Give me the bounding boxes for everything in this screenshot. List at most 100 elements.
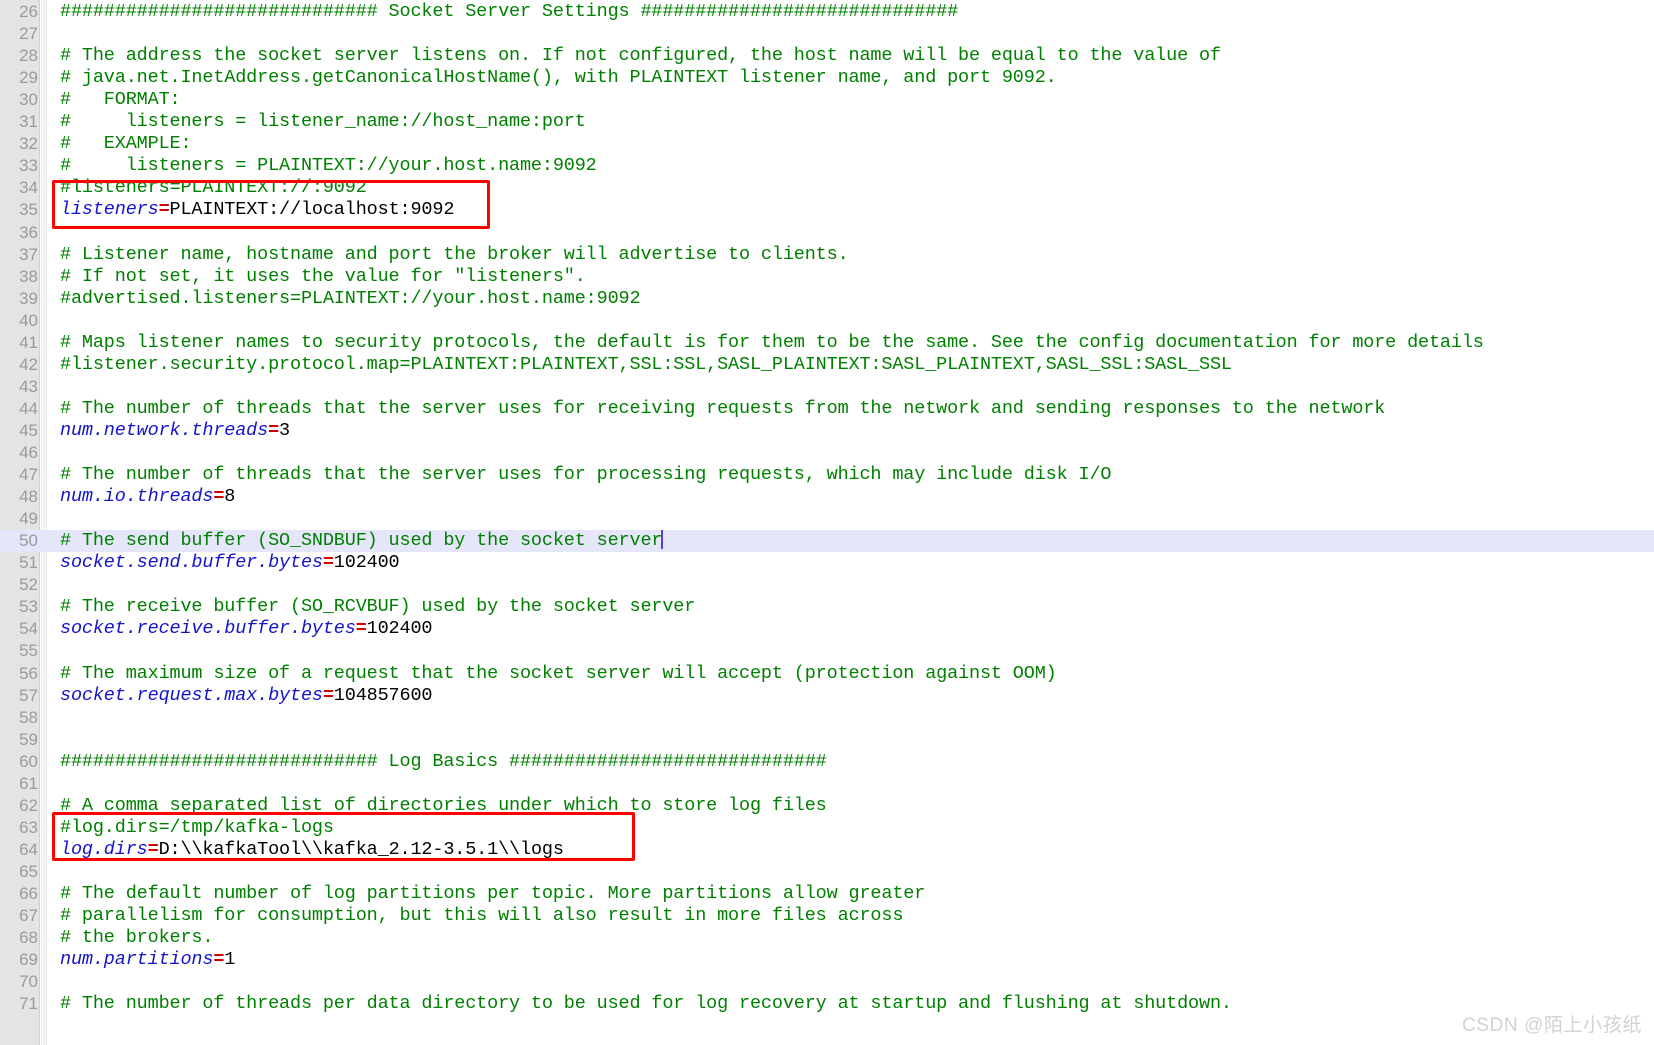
line-number: 50 (19, 531, 38, 551)
comment-token: # The send buffer (SO_SNDBUF) used by th… (60, 530, 663, 552)
code-line[interactable]: 43 (0, 376, 1654, 398)
line-text[interactable]: # java.net.InetAddress.getCanonicalHostN… (60, 67, 1057, 89)
code-line[interactable]: 47 # The number of threads that the serve… (0, 464, 1654, 486)
comment-token: # A comma separated list of directories … (60, 794, 827, 816)
code-line[interactable]: 67 # parallelism for consumption, but thi… (0, 905, 1654, 927)
line-text[interactable]: # the brokers. (60, 927, 213, 949)
line-text[interactable]: # listeners = listener_name://host_name:… (60, 111, 586, 133)
code-line[interactable]: 45 num.network.threads=3 (0, 420, 1654, 442)
line-text[interactable]: # The number of threads per data directo… (60, 993, 1232, 1015)
line-text[interactable]: # A comma separated list of directories … (60, 795, 827, 817)
line-text[interactable]: #listener.security.protocol.map=PLAINTEX… (60, 354, 1232, 376)
line-text[interactable]: num.network.threads=3 (60, 420, 290, 442)
property-value-token: 3 (279, 419, 290, 441)
code-line[interactable]: 62 # A comma separated list of directorie… (0, 795, 1654, 817)
line-text[interactable]: # The default number of log partitions p… (60, 883, 925, 905)
code-line[interactable]: 34 #listeners=PLAINTEXT://:9092 (0, 177, 1654, 199)
code-line[interactable]: 27 (0, 23, 1654, 45)
comment-token: # If not set, it uses the value for "lis… (60, 265, 586, 287)
code-line[interactable]: 26 ############################# Socket S… (0, 1, 1654, 23)
code-line[interactable]: 71 # The number of threads per data direc… (0, 993, 1654, 1015)
line-text[interactable]: socket.receive.buffer.bytes=102400 (60, 618, 433, 640)
code-line[interactable]: 57 socket.request.max.bytes=104857600 (0, 685, 1654, 707)
line-number: 37 (19, 244, 38, 264)
code-line[interactable]: 59 (0, 729, 1654, 751)
line-number: 52 (19, 575, 38, 595)
line-text[interactable]: num.io.threads=8 (60, 486, 235, 508)
line-text[interactable]: # If not set, it uses the value for "lis… (60, 266, 586, 288)
property-value-token: 104857600 (333, 684, 433, 706)
line-text[interactable]: # parallelism for consumption, but this … (60, 905, 903, 927)
code-line[interactable]: 46 (0, 442, 1654, 464)
code-line[interactable]: 51 socket.send.buffer.bytes=102400 (0, 552, 1654, 574)
code-line[interactable]: 53 # The receive buffer (SO_RCVBUF) used … (0, 596, 1654, 618)
code-line[interactable]: 44 # The number of threads that the serve… (0, 398, 1654, 420)
code-line[interactable]: 38 # If not set, it uses the value for "l… (0, 266, 1654, 288)
line-text[interactable]: # Listener name, hostname and port the b… (60, 244, 849, 266)
code-line[interactable]: 50 # The send buffer (SO_SNDBUF) used by … (0, 530, 1654, 553)
line-number: 66 (19, 884, 38, 903)
line-text[interactable]: # listeners = PLAINTEXT://your.host.name… (60, 155, 597, 177)
line-text[interactable]: socket.request.max.bytes=104857600 (60, 684, 433, 707)
code-line[interactable]: 37 # Listener name, hostname and port the… (0, 244, 1654, 266)
code-editor[interactable]: 26 ############################# Socket S… (0, 0, 1654, 1045)
code-line[interactable]: 33 # listeners = PLAINTEXT://your.host.na… (0, 155, 1654, 177)
line-text[interactable]: # EXAMPLE: (60, 133, 192, 155)
code-line[interactable]: 31 # listeners = listener_name://host_nam… (0, 111, 1654, 133)
code-line[interactable]: 58 (0, 707, 1654, 729)
line-text[interactable]: # The maximum size of a request that the… (60, 663, 1057, 685)
line-text[interactable]: # The send buffer (SO_SNDBUF) used by th… (60, 530, 664, 552)
code-line[interactable]: 61 (0, 773, 1654, 795)
code-line[interactable]: 28 # The address the socket server listen… (0, 45, 1654, 67)
code-line[interactable]: 36 (0, 222, 1654, 244)
line-number: 40 (19, 310, 38, 330)
comment-token: # java.net.InetAddress.getCanonicalHostN… (60, 67, 1057, 89)
line-text[interactable]: listeners=PLAINTEXT://localhost:9092 (60, 199, 454, 221)
line-text[interactable]: # Maps listener names to security protoc… (60, 332, 1484, 354)
code-line[interactable]: 35 listeners=PLAINTEXT://localhost:9092 (0, 199, 1654, 221)
code-line[interactable]: 49 (0, 508, 1654, 530)
code-line[interactable]: 48 num.io.threads=8 (0, 486, 1654, 508)
line-text[interactable]: log.dirs=D:\\kafkaTool\\kafka_2.12-3.5.1… (60, 839, 564, 861)
comment-token: ############################# Socket Ser… (60, 1, 959, 22)
code-line[interactable]: 30 # FORMAT: (0, 89, 1654, 111)
line-text[interactable]: # The number of threads that the server … (60, 398, 1385, 420)
property-key-token: socket.receive.buffer.bytes (60, 618, 356, 640)
code-line[interactable]: 40 (0, 310, 1654, 332)
line-number: 56 (19, 663, 38, 683)
text-cursor (661, 530, 664, 550)
property-key-token: listeners (60, 199, 159, 221)
line-text[interactable]: #listeners=PLAINTEXT://:9092 (60, 177, 367, 199)
code-line[interactable]: 63 #log.dirs=/tmp/kafka-logs (0, 817, 1654, 839)
code-line[interactable]: 64 log.dirs=D:\\kafkaTool\\kafka_2.12-3.5… (0, 839, 1654, 861)
line-text[interactable]: #log.dirs=/tmp/kafka-logs (60, 817, 334, 839)
code-line[interactable]: 65 (0, 861, 1654, 883)
code-line[interactable]: 52 (0, 574, 1654, 596)
code-line[interactable]: 68 # the brokers. (0, 927, 1654, 949)
line-text[interactable]: num.partitions=1 (60, 949, 235, 971)
code-line[interactable]: 54 socket.receive.buffer.bytes=102400 (0, 618, 1654, 640)
code-text-area[interactable]: 26 ############################# Socket S… (0, 0, 1654, 1045)
code-line[interactable]: 55 (0, 640, 1654, 662)
line-text[interactable]: socket.send.buffer.bytes=102400 (60, 552, 400, 574)
line-text[interactable]: # The address the socket server listens … (60, 45, 1221, 67)
code-line[interactable]: 70 (0, 971, 1654, 993)
code-line[interactable]: 60 ############################# Log Basi… (0, 751, 1654, 773)
line-number: 39 (19, 288, 38, 308)
code-line[interactable]: 42 #listener.security.protocol.map=PLAINT… (0, 354, 1654, 376)
line-text[interactable]: ############################# Log Basics… (60, 751, 827, 773)
line-text[interactable]: # The number of threads that the server … (60, 464, 1112, 486)
line-text[interactable]: ############################# Socket Ser… (60, 1, 958, 23)
line-text[interactable]: # FORMAT: (60, 89, 181, 111)
line-text[interactable]: #advertised.listeners=PLAINTEXT://your.h… (60, 288, 641, 310)
code-line[interactable]: 69 num.partitions=1 (0, 949, 1654, 971)
code-line[interactable]: 39 #advertised.listeners=PLAINTEXT://your… (0, 288, 1654, 310)
code-line[interactable]: 29 # java.net.InetAddress.getCanonicalHos… (0, 67, 1654, 89)
code-line[interactable]: 66 # The default number of log partitions… (0, 883, 1654, 905)
code-line[interactable]: 56 # The maximum size of a request that t… (0, 663, 1654, 685)
line-text[interactable]: # The receive buffer (SO_RCVBUF) used by… (60, 596, 695, 618)
property-value-token: D:\\kafkaTool\\kafka_2.12-3.5.1\\logs (158, 838, 564, 860)
code-line[interactable]: 41 # Maps listener names to security prot… (0, 332, 1654, 354)
code-line[interactable]: 32 # EXAMPLE: (0, 133, 1654, 155)
comment-token: # The receive buffer (SO_RCVBUF) used by… (60, 596, 696, 618)
